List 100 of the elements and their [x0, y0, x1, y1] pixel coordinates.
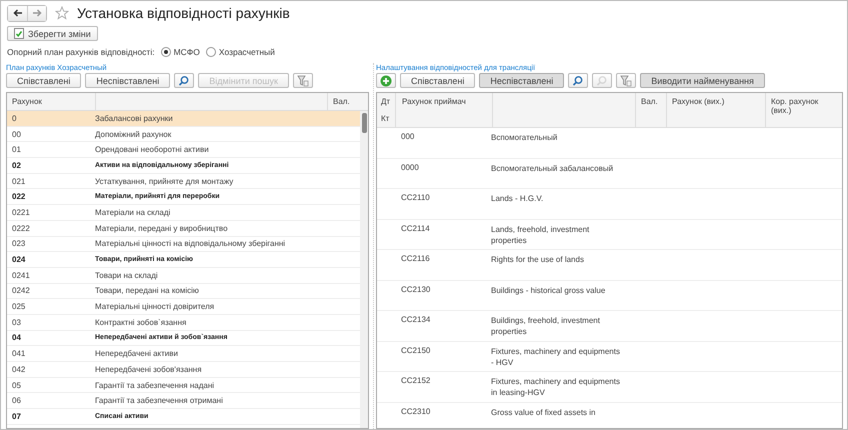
document-check-icon — [14, 28, 24, 39]
table-cell-text: Непередбачені зобов'язання — [94, 364, 203, 374]
table-cell-text: Матеріальні цінності довірителя — [94, 302, 216, 312]
table-row[interactable]: 00 Допоміжний рахунок — [7, 126, 360, 142]
table-row[interactable]: 025 Матеріальні цінності довірителя — [7, 299, 360, 315]
table-cell-text: Непередбачені активи — [94, 349, 179, 358]
table-cell-text: Buildings - historical gross value — [490, 284, 606, 297]
table-cell-text: 023 — [11, 239, 26, 248]
toolbar-button[interactable]: Співставлені — [400, 73, 476, 88]
toolbar-button[interactable]: Виводити найменування — [640, 73, 765, 88]
table-cell-text: 0241 — [11, 270, 31, 280]
star-icon[interactable] — [55, 6, 69, 20]
table-cell-text: 0242 — [11, 286, 31, 296]
column-header: Рахунок (вих.) — [666, 93, 765, 127]
table-cell-text: Гарантії та забезпечення надані — [94, 380, 216, 390]
plus-icon — [380, 74, 392, 86]
scrollbar-thumb[interactable] — [362, 113, 366, 133]
column-header: Кор. рахунок (вих.) — [765, 93, 842, 127]
toolbar-button[interactable]: Співставлені — [6, 73, 82, 88]
table-cell-text: Гарантії та забезпечення отримані — [94, 396, 224, 406]
column-header: Вал. — [327, 93, 360, 110]
column-header: Кт — [380, 113, 390, 125]
table-cell-text: Матеріальні цінності на відповідальному зберіганні — [94, 239, 286, 248]
toolbar-button[interactable]: Неспівставлені — [85, 73, 170, 88]
back-arrow-icon — [12, 9, 22, 17]
table-cell-text: 0222 — [11, 224, 31, 233]
table-cell-text: 000 — [400, 132, 416, 143]
table-cell-text: Rights for the use of lands — [490, 254, 585, 266]
filter-icon — [296, 74, 309, 86]
table-cell-text: 022 — [11, 192, 26, 202]
radio-option[interactable]: МСФО — [160, 47, 200, 57]
table-cell-text: 05 — [11, 380, 22, 390]
toolbar-button[interactable]: Неспівставлені — [479, 73, 564, 88]
table-cell-text: 041 — [11, 349, 26, 358]
table-row[interactable]: 0221 Матеріали на складі — [7, 205, 360, 221]
table-row[interactable]: 041 Непередбачені активи — [7, 346, 360, 362]
table-cell-text: Fixtures, machinery and equipments - HGV — [490, 346, 621, 368]
table-cell-text: 00 — [11, 130, 22, 139]
table-cell-text: 025 — [11, 302, 26, 312]
radio-option[interactable]: Хозрасчетный — [206, 47, 275, 57]
table-cell-text: 01 — [11, 145, 22, 154]
table-cell-text: Орендовані необоротні активи — [94, 145, 210, 154]
table-cell-text: Вспомогательный забалансовый — [490, 162, 614, 174]
filter-button[interactable] — [616, 73, 636, 88]
table-row[interactable]: 0241 Товари на складі — [7, 268, 360, 284]
forward-arrow-icon — [32, 9, 42, 17]
table-cell-text: Матеріали на складі — [94, 208, 172, 217]
table-row[interactable]: 01 Орендовані необоротні активи — [7, 142, 360, 158]
table-cell-text: Fixtures, machinery and equipments in leasing-HGV — [490, 376, 621, 399]
table-cell-text: Buildings, freehold, investment properties — [490, 315, 601, 338]
search-icon — [572, 74, 584, 86]
table-cell-text: Товари на складі — [94, 270, 159, 280]
table-cell-text: Lands - H.G.V. — [490, 193, 544, 205]
table-cell-text: 07 — [11, 412, 22, 421]
column-header: Рахунок приймач — [395, 93, 492, 127]
table-row[interactable]: 0 Забалансові рахунки — [7, 111, 360, 127]
table-cell-text: 02 — [11, 160, 22, 170]
table-cell-text: Устаткування, прийняте для монтажу — [94, 176, 234, 186]
column-header: Рахунок — [11, 96, 43, 108]
table-cell-text: 042 — [11, 364, 26, 374]
add-button[interactable] — [376, 73, 396, 88]
table-row[interactable]: 0222 Матеріали, передані у виробництво — [7, 220, 360, 236]
search-icon — [596, 74, 608, 86]
table-cell-text: 021 — [11, 176, 26, 186]
reference-plan-label: Опорний план рахунків відповідності: — [7, 47, 155, 57]
table-cell-text: Допоміжний рахунок — [94, 130, 172, 139]
table-cell-text: 0221 — [11, 208, 31, 217]
table-cell-text: Gross value of fixed assets in — [490, 406, 596, 418]
table-cell-text: CC2310 — [400, 406, 432, 418]
column-header: Вал. — [635, 93, 666, 127]
filter-button[interactable] — [292, 73, 313, 88]
table-cell-text: CC2114 — [400, 224, 431, 234]
table-row[interactable]: 05 Гарантії та забезпечення надані — [7, 378, 360, 394]
table-row[interactable]: 021 Устаткування, прийняте для монтажу — [7, 174, 360, 190]
table-cell-text: 04 — [11, 333, 22, 342]
table-cell-text: Товари, передані на комісію — [94, 286, 200, 296]
search-icon — [178, 74, 190, 86]
table-cell-text: 0 — [11, 114, 18, 123]
table-cell-text: 0000 — [400, 162, 420, 174]
table-row[interactable]: 042 Непередбачені зобов'язання — [7, 362, 360, 378]
table-cell-text: Вспомогательный — [490, 132, 558, 144]
table-cell-text: Lands, freehold, investment properties — [490, 224, 590, 247]
save-button[interactable]: Зберегти зміни — [7, 26, 98, 41]
table-row[interactable]: 023 Матеріальні цінності на відповідальному зберіганні — [7, 236, 360, 252]
back-button[interactable] — [8, 6, 27, 20]
table-cell-text: CC2116 — [400, 254, 431, 265]
column-header: Дт — [380, 96, 392, 108]
search-button[interactable] — [174, 73, 194, 88]
table-cell-text: Матеріали, передані у виробництво — [94, 224, 229, 233]
table-row[interactable]: 03 Контрактні зобов`язання — [7, 314, 360, 331]
table-row[interactable]: 06 Гарантії та забезпечення отримані — [7, 393, 360, 410]
table-cell-text: Контрактні зобов`язання — [94, 318, 188, 327]
window-title: Установка відповідності рахунків — [77, 5, 290, 21]
table-cell-text: 03 — [11, 318, 22, 327]
table-row[interactable]: 0242 Товари, передані на комісію — [7, 284, 360, 300]
search-button[interactable] — [568, 73, 588, 88]
filter-icon — [620, 74, 632, 86]
table-cell-text: CC2130 — [400, 284, 432, 296]
table-cell-text: 06 — [11, 396, 22, 406]
table-cell-text: Забалансові рахунки — [94, 114, 174, 123]
